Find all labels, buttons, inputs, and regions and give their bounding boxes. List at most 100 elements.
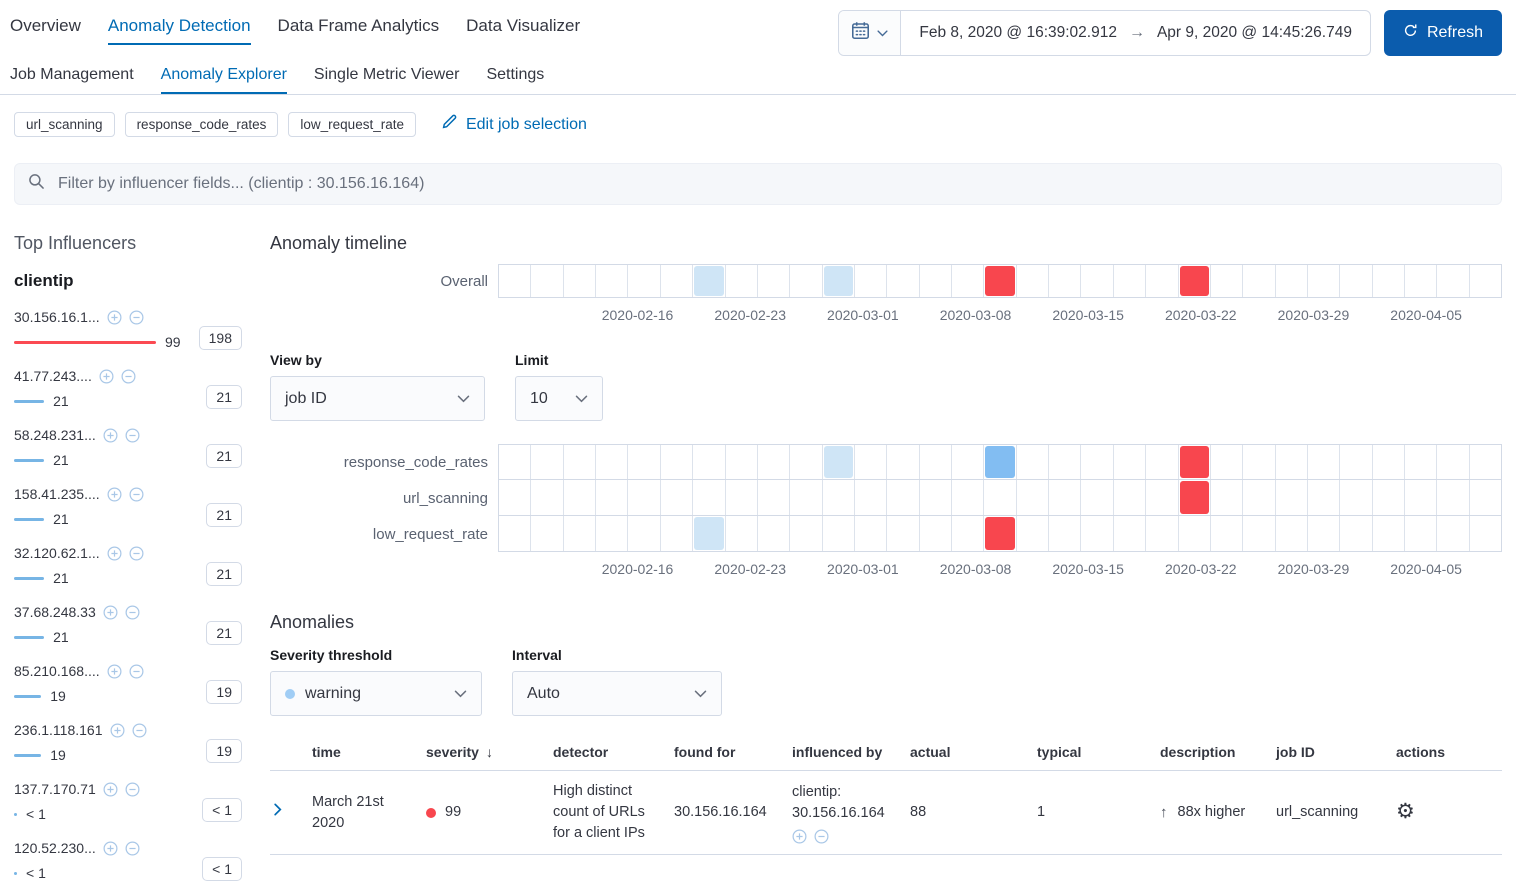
limit-select[interactable]: 10 bbox=[515, 376, 603, 421]
swimlane-cell[interactable] bbox=[1114, 445, 1147, 479]
swimlane-cell[interactable] bbox=[855, 516, 888, 551]
swimlane-cell[interactable] bbox=[1049, 480, 1082, 515]
influencer-value-link[interactable]: 137.7.170.71 bbox=[14, 781, 96, 797]
swimlane-cell[interactable] bbox=[1081, 480, 1114, 515]
swimlane-cell[interactable] bbox=[1405, 516, 1438, 551]
interval-select[interactable]: Auto bbox=[512, 671, 722, 716]
swimlane-cell[interactable] bbox=[1017, 445, 1050, 479]
filter-plus-icon[interactable] bbox=[107, 310, 122, 325]
swimlane-cell[interactable] bbox=[1146, 480, 1179, 515]
swimlane-cell[interactable] bbox=[1373, 516, 1406, 551]
swimlane-cell[interactable] bbox=[628, 516, 661, 551]
swimlane-cell[interactable] bbox=[952, 265, 985, 297]
swimlane-cell[interactable] bbox=[790, 480, 823, 515]
swimlane-cell[interactable] bbox=[1243, 480, 1276, 515]
filter-minus-icon[interactable] bbox=[129, 664, 144, 679]
tab-data-frame-analytics[interactable]: Data Frame Analytics bbox=[278, 16, 440, 45]
swimlane-cell[interactable] bbox=[1405, 445, 1438, 479]
swimlane-cell[interactable] bbox=[531, 265, 564, 297]
swimlane-cell[interactable] bbox=[1437, 445, 1470, 479]
swimlane-cell[interactable] bbox=[531, 516, 564, 551]
influencer-filter-input[interactable] bbox=[56, 174, 1488, 194]
column-header-actual[interactable]: actual bbox=[910, 738, 1037, 770]
tab-data-visualizer[interactable]: Data Visualizer bbox=[466, 16, 580, 45]
filter-plus-icon[interactable] bbox=[103, 782, 118, 797]
influencer-value-link[interactable]: 30.156.16.1... bbox=[14, 309, 100, 325]
influencer-value-link[interactable]: 58.248.231... bbox=[14, 427, 96, 443]
column-header-found-for[interactable]: found for bbox=[674, 738, 792, 770]
filter-plus-icon[interactable] bbox=[107, 664, 122, 679]
swimlane-cell[interactable] bbox=[564, 265, 597, 297]
subtab-single-metric-viewer[interactable]: Single Metric Viewer bbox=[314, 66, 460, 94]
swimlane-cell[interactable] bbox=[1470, 445, 1501, 479]
filter-minus-icon[interactable] bbox=[125, 782, 140, 797]
influencer-value-link[interactable]: 120.52.230... bbox=[14, 840, 96, 856]
anomaly-cell-critical[interactable] bbox=[1179, 446, 1209, 478]
swimlane-cell[interactable] bbox=[693, 516, 726, 551]
swimlane-cell[interactable] bbox=[887, 480, 920, 515]
subtab-anomaly-explorer[interactable]: Anomaly Explorer bbox=[161, 66, 287, 94]
swimlane-cell[interactable] bbox=[887, 445, 920, 479]
swimlane-cell[interactable] bbox=[855, 445, 888, 479]
swimlane-cell[interactable] bbox=[887, 516, 920, 551]
swimlane-cell[interactable] bbox=[952, 480, 985, 515]
swimlane-cell[interactable] bbox=[887, 265, 920, 297]
swimlane-cell[interactable] bbox=[1437, 516, 1470, 551]
swimlane-cell[interactable] bbox=[1211, 265, 1244, 297]
swimlane-cell[interactable] bbox=[920, 480, 953, 515]
filter-plus-icon[interactable] bbox=[103, 428, 118, 443]
quick-select-button[interactable] bbox=[839, 11, 902, 55]
swimlane-cell[interactable] bbox=[1114, 480, 1147, 515]
swimlane-cell[interactable] bbox=[1081, 445, 1114, 479]
swimlane-cell[interactable] bbox=[661, 480, 694, 515]
swimlane-cell[interactable] bbox=[499, 265, 532, 297]
filter-minus-icon[interactable] bbox=[125, 841, 140, 856]
swimlane-cell[interactable] bbox=[1470, 480, 1501, 515]
swimlane-cell[interactable] bbox=[1179, 480, 1211, 515]
swimlane-cell[interactable] bbox=[1049, 265, 1082, 297]
influencer-value-link[interactable]: 158.41.235.... bbox=[14, 486, 100, 502]
swimlane-cell[interactable] bbox=[1211, 516, 1244, 551]
swimlane-cell[interactable] bbox=[1114, 265, 1147, 297]
swimlane-cell[interactable] bbox=[1049, 516, 1082, 551]
filter-plus-icon[interactable] bbox=[110, 723, 125, 738]
swimlane-cell[interactable] bbox=[1017, 265, 1050, 297]
swimlane-cell[interactable] bbox=[952, 516, 985, 551]
swimlane-cell[interactable] bbox=[1373, 445, 1406, 479]
swimlane-cell[interactable] bbox=[1243, 265, 1276, 297]
swimlane-cell[interactable] bbox=[1373, 265, 1406, 297]
swimlane-cell[interactable] bbox=[1276, 445, 1308, 479]
swimlane-cell[interactable] bbox=[661, 516, 694, 551]
swimlane-cell[interactable] bbox=[1081, 516, 1114, 551]
swimlane-cell[interactable] bbox=[693, 480, 726, 515]
filter-minus-icon[interactable] bbox=[125, 605, 140, 620]
swimlane-cell[interactable] bbox=[726, 445, 758, 479]
swimlane-cell[interactable] bbox=[920, 516, 953, 551]
swimlane-cell[interactable] bbox=[661, 445, 694, 479]
column-header-actions[interactable]: actions bbox=[1396, 738, 1502, 770]
swimlane-cell[interactable] bbox=[1405, 480, 1438, 515]
filter-minus-icon[interactable] bbox=[132, 723, 147, 738]
swimlane-cell[interactable] bbox=[1017, 516, 1050, 551]
swimlane-cell[interactable] bbox=[758, 265, 791, 297]
swimlane-cell[interactable] bbox=[984, 480, 1017, 515]
swimlane-cell[interactable] bbox=[1276, 516, 1308, 551]
filter-minus-icon[interactable] bbox=[129, 487, 144, 502]
swimlane-cell[interactable] bbox=[1470, 516, 1501, 551]
start-date[interactable]: Feb 8, 2020 @ 16:39:02.912 bbox=[919, 24, 1117, 42]
tab-anomaly-detection[interactable]: Anomaly Detection bbox=[107, 16, 251, 45]
swimlane-cell[interactable] bbox=[564, 480, 597, 515]
filter-minus-icon[interactable] bbox=[814, 829, 829, 844]
swimlane-cell[interactable] bbox=[1146, 516, 1179, 551]
swimlane-cell[interactable] bbox=[823, 265, 855, 297]
swimlane-cell[interactable] bbox=[758, 480, 791, 515]
filter-plus-icon[interactable] bbox=[103, 605, 118, 620]
swimlane-cell[interactable] bbox=[1179, 516, 1211, 551]
swimlane-cell[interactable] bbox=[1470, 265, 1501, 297]
swimlane-cell[interactable] bbox=[1340, 516, 1373, 551]
gear-icon[interactable]: ⚙ bbox=[1396, 787, 1502, 837]
swimlane-cell[interactable] bbox=[693, 445, 726, 479]
swimlane-cell[interactable] bbox=[628, 265, 661, 297]
column-header-time[interactable]: time bbox=[312, 738, 426, 770]
subtab-job-management[interactable]: Job Management bbox=[10, 66, 134, 94]
